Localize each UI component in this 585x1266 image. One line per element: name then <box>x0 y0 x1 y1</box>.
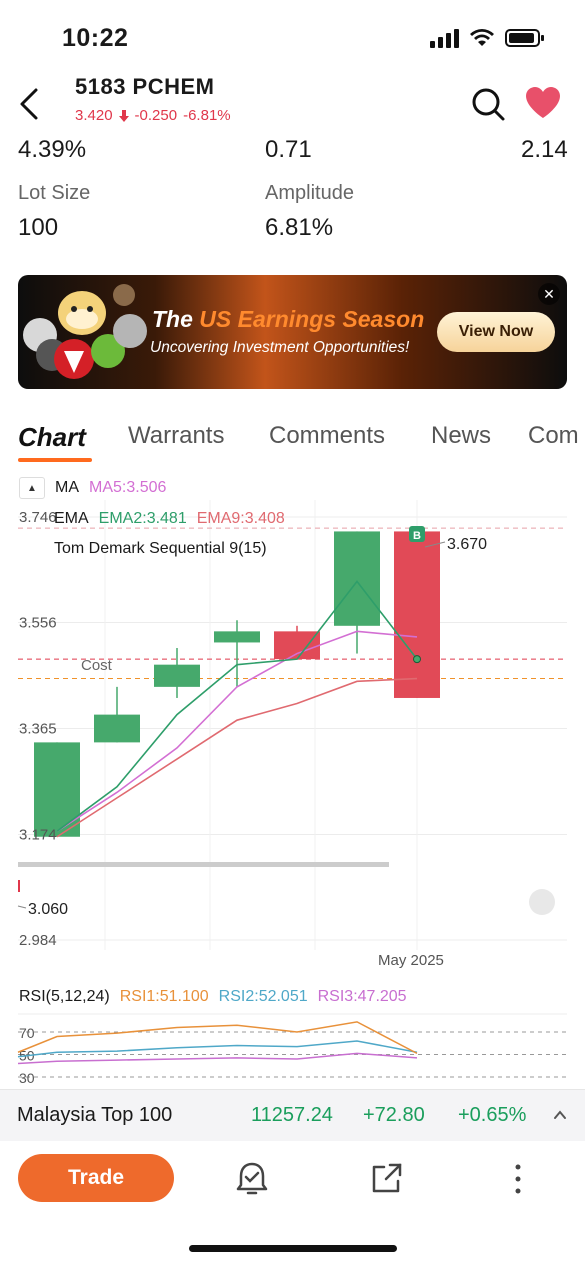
rsi1-line <box>17 1021 418 1055</box>
search-icon[interactable] <box>470 86 506 122</box>
x-axis-label: May 2025 <box>378 952 444 969</box>
y-tick-label: 3.365 <box>19 721 57 738</box>
low-tick <box>18 880 20 892</box>
ma-label: MA <box>55 479 79 496</box>
rsi-label: RSI(5,12,24) <box>19 988 110 1005</box>
stock-title: 5183 PCHEM <box>75 74 215 99</box>
low-pointer <box>17 905 27 909</box>
rsi-grid: 705030 <box>18 1013 567 1086</box>
favorite-heart-icon[interactable] <box>524 86 562 120</box>
price-alert-icon[interactable] <box>232 1159 272 1199</box>
rsi-y-label: 30 <box>19 1070 35 1086</box>
volume-divider <box>18 862 389 867</box>
ema-label: EMA <box>54 510 89 527</box>
share-icon[interactable] <box>366 1159 406 1199</box>
rsi-lines <box>17 1021 418 1065</box>
ma5-value: MA5:3.506 <box>89 479 167 496</box>
candle-body <box>274 631 320 660</box>
down-arrow-icon <box>118 109 129 122</box>
cost-label: Cost <box>81 657 113 674</box>
ma-legend: ▲ MA MA5:3.506 <box>19 477 166 499</box>
status-time: 10:22 <box>62 24 129 52</box>
rsi-legend: RSI(5,12,24) RSI1:51.100 RSI2:52.051 RSI… <box>19 988 407 1006</box>
candle-body <box>94 714 140 743</box>
stat-value-3: 2.14 <box>521 136 568 163</box>
banner-title-highlight: US Earnings Season <box>199 306 425 332</box>
ema-legend: EMA EMA2:3.481 EMA9:3.408 <box>54 510 285 528</box>
rsi2-value: RSI2:52.051 <box>218 988 308 1005</box>
back-arrow-icon[interactable] <box>14 84 48 124</box>
mascot-logos-icon <box>23 284 147 379</box>
status-icons <box>429 28 545 48</box>
buy-marker-label: B <box>413 530 421 542</box>
td-label: Tom Demark Sequential 9(15) <box>54 540 267 557</box>
rsi3-value: RSI3:47.205 <box>317 988 407 1005</box>
stock-price-change: 3.420 -0.250 -6.81% <box>75 107 231 124</box>
candle-body <box>154 664 200 687</box>
lot-size-label: Lot Size <box>18 182 91 204</box>
stat-value-1: 4.39% <box>18 136 87 163</box>
tab-chart[interactable]: Chart <box>18 422 86 453</box>
last-price-dot <box>413 655 421 664</box>
price-change: -0.250 <box>134 107 178 124</box>
ema9-line <box>56 677 418 838</box>
candle-body <box>214 631 260 643</box>
battery-icon <box>505 29 544 47</box>
td-sequential-legend: Tom Demark Sequential 9(15) <box>54 540 267 558</box>
market-index-name: Malaysia Top 100 <box>17 1104 173 1126</box>
stat-value-2: 0.71 <box>265 136 312 163</box>
lot-size-value: 100 <box>18 214 59 241</box>
market-index-value: 11257.24 <box>251 1104 333 1126</box>
tab-news[interactable]: News <box>431 422 491 450</box>
ema2-value: EMA2:3.481 <box>98 510 187 527</box>
candle-body <box>34 742 80 837</box>
chevron-up-icon[interactable] <box>553 1108 567 1122</box>
tab-more[interactable]: Com <box>528 422 579 450</box>
view-now-button[interactable]: View Now <box>437 312 555 352</box>
tab-active-indicator <box>18 458 92 462</box>
home-indicator <box>189 1245 397 1252</box>
market-index-change: +72.80 <box>363 1104 425 1126</box>
banner-subtitle: Uncovering Investment Opportunities! <box>150 339 410 356</box>
tab-comments[interactable]: Comments <box>269 422 385 450</box>
ema9-value: EMA9:3.408 <box>196 510 285 527</box>
y-tick-label: 3.174 <box>19 827 57 844</box>
amplitude-value: 6.81% <box>265 214 334 241</box>
market-index-bar[interactable]: Malaysia Top 100 11257.24 +72.80 +0.65% <box>0 1089 585 1141</box>
candle-body <box>334 531 380 626</box>
rsi1-value: RSI1:51.100 <box>119 988 209 1005</box>
rsi-chart[interactable]: 705030 <box>0 1010 585 1090</box>
more-options-icon[interactable] <box>498 1159 538 1199</box>
detail-tabs: Chart Warrants Comments News Com <box>18 422 585 462</box>
y-tick-label: 2.984 <box>19 932 57 949</box>
wifi-icon <box>470 29 494 46</box>
candle-body <box>394 531 440 698</box>
high-price-label: 3.670 <box>447 536 487 553</box>
promo-banner[interactable]: The US Earnings Season Uncovering Invest… <box>18 275 567 389</box>
y-tick-label: 3.746 <box>19 509 57 526</box>
tab-warrants[interactable]: Warrants <box>128 422 224 450</box>
current-price: 3.420 <box>75 107 113 124</box>
close-icon[interactable]: ✕ <box>538 283 560 305</box>
fullscreen-icon <box>529 889 555 915</box>
price-change-pct: -6.81% <box>183 107 231 124</box>
trade-button[interactable]: Trade <box>18 1154 174 1202</box>
banner-title: The US Earnings Season <box>152 306 424 333</box>
low-price-label: 3.060 <box>28 901 68 918</box>
y-tick-label: 3.556 <box>19 614 57 631</box>
candlestick-chart[interactable]: 3.746 3.556 3.365 3.174 2.984 B 3.670 Cost 3.060… <box>0 500 585 970</box>
banner-title-prefix: The <box>152 306 200 332</box>
signal-icon <box>430 29 459 48</box>
chart-candles <box>34 531 440 837</box>
rsi-y-label: 70 <box>19 1025 35 1041</box>
amplitude-label: Amplitude <box>265 182 354 204</box>
market-index-change-pct: +0.65% <box>458 1104 527 1126</box>
collapse-toggle[interactable]: ▲ <box>19 477 45 499</box>
